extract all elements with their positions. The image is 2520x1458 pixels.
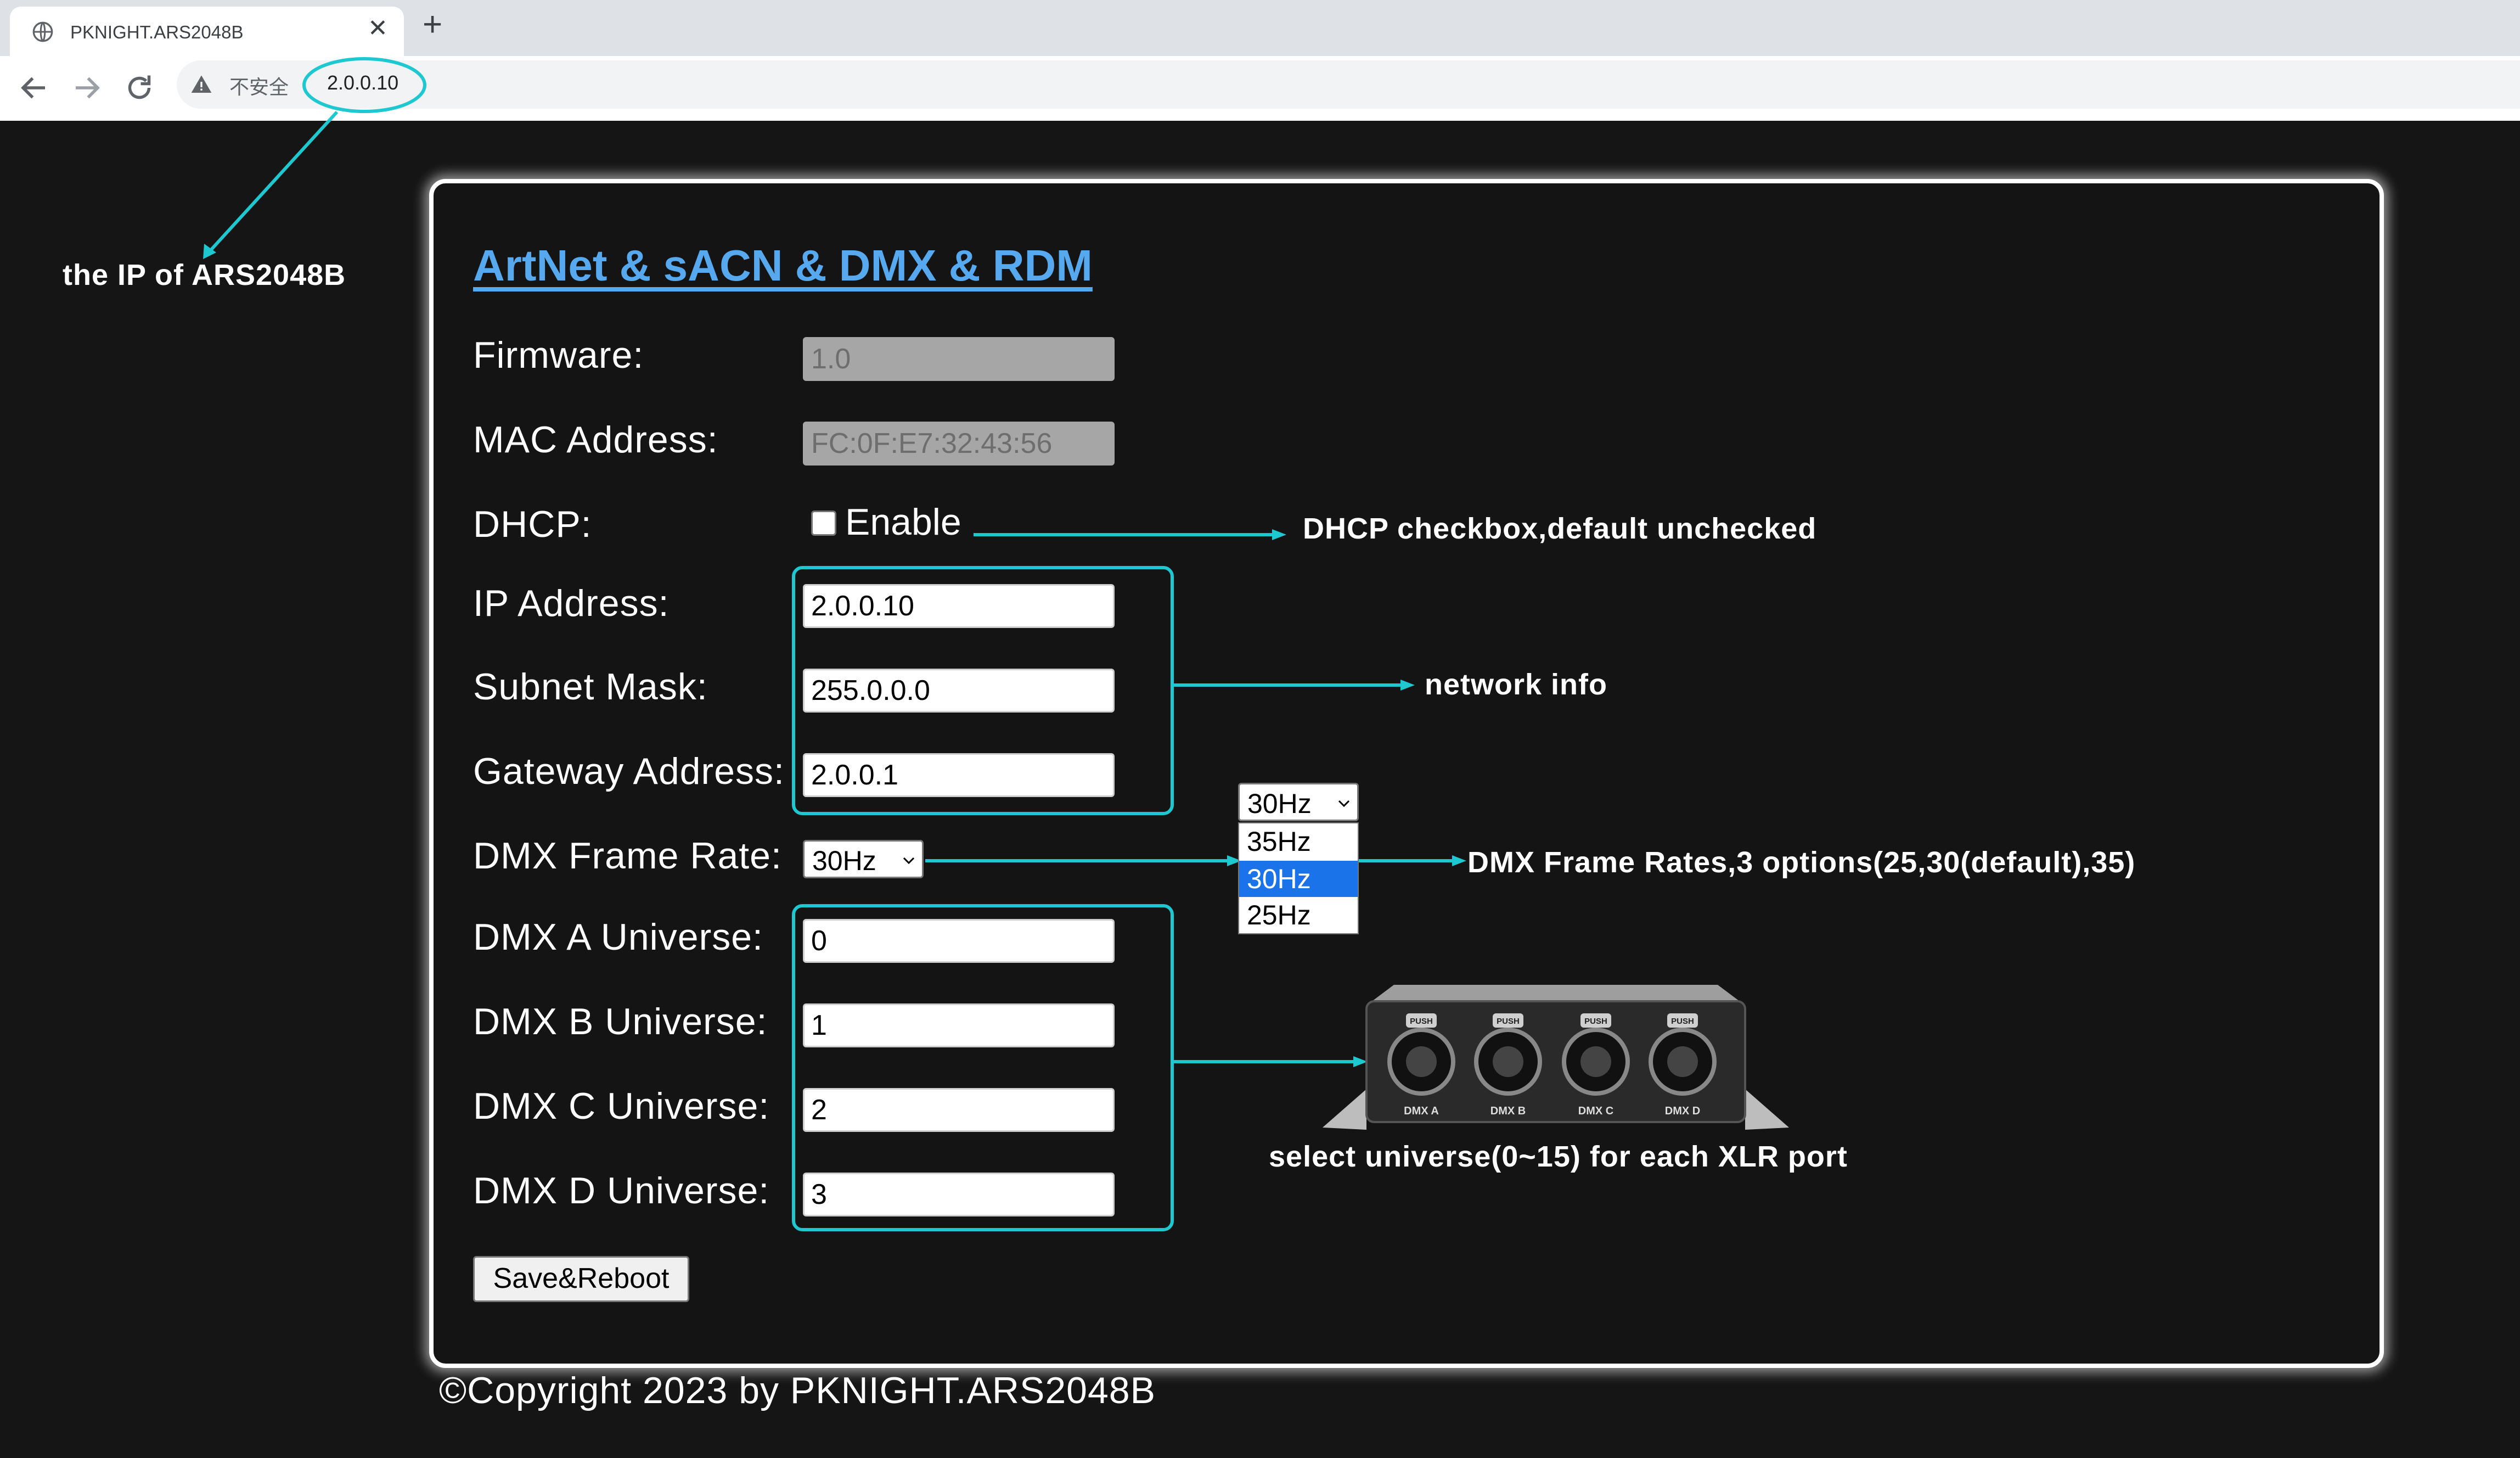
frame-rate-label: DMX Frame Rate: [473, 835, 782, 877]
subnet-mask-label: Subnet Mask: [473, 666, 708, 708]
forward-arrow-icon[interactable] [70, 71, 103, 104]
frame-rate-options-list: 35Hz 30Hz 25Hz [1238, 822, 1359, 934]
dhcp-label: DHCP: [473, 503, 592, 545]
frame-rate-expanded-value: 30Hz [1247, 788, 1312, 819]
universe-c-field[interactable] [803, 1088, 1115, 1132]
warning-icon[interactable] [190, 74, 213, 96]
chevron-down-icon [903, 857, 915, 865]
tab-title: PKNIGHT.ARS2048B [70, 22, 244, 42]
close-tab-icon[interactable]: ✕ [368, 16, 388, 41]
universe-b-field[interactable] [803, 1003, 1115, 1047]
tab-strip: PKNIGHT.ARS2048B ✕ + [0, 0, 2520, 56]
universe-d-field[interactable] [803, 1173, 1115, 1216]
new-tab-icon[interactable]: + [423, 8, 442, 42]
gateway-address-field[interactable] [803, 753, 1115, 797]
page-title[interactable]: ArtNet & sACN & DMX & RDM [473, 240, 1093, 291]
ars2048b-device-image: PUSH PUSH PUSH PUSH DMX A DMX B DMX C DM… [1323, 985, 1789, 1130]
dhcp-annotation: DHCP checkbox,default unchecked [1303, 512, 1817, 545]
subnet-mask-field[interactable] [803, 669, 1115, 713]
universe-d-label: DMX D Universe: [473, 1170, 770, 1212]
universe-b-label: DMX B Universe: [473, 1001, 768, 1042]
gateway-address-label: Gateway Address: [473, 750, 785, 792]
port-label-b: DMX B [1490, 1105, 1526, 1117]
frame-rate-option-30hz[interactable]: 30Hz [1239, 861, 1358, 897]
frame-rate-annotation: DMX Frame Rates,3 options(25,30(default)… [1467, 846, 2136, 879]
frame-rate-option-35hz[interactable]: 35Hz [1239, 823, 1358, 860]
firmware-field [803, 337, 1115, 381]
universe-a-field[interactable] [803, 919, 1115, 963]
push-label-b: PUSH [1497, 1017, 1520, 1026]
not-secure-label[interactable]: 不安全 [229, 71, 289, 100]
save-reboot-button[interactable]: Save&Reboot [473, 1256, 689, 1302]
reload-icon[interactable] [123, 71, 156, 104]
push-label-d: PUSH [1671, 1017, 1694, 1026]
push-label-c: PUSH [1584, 1017, 1607, 1026]
frame-rate-option-25hz[interactable]: 25Hz [1239, 897, 1358, 933]
push-label-a: PUSH [1410, 1017, 1433, 1026]
firmware-label: Firmware: [473, 334, 644, 376]
browser-tab[interactable]: PKNIGHT.ARS2048B ✕ [10, 7, 404, 56]
back-arrow-icon[interactable] [18, 71, 50, 104]
universe-annotation: select universe(0~15) for each XLR port [1269, 1140, 1848, 1173]
mac-address-field [803, 422, 1115, 466]
address-bar[interactable]: 不安全 2.0.0.10 [177, 60, 2520, 109]
dhcp-checkbox[interactable] [811, 511, 836, 536]
universe-a-label: DMX A Universe: [473, 916, 763, 958]
port-label-c: DMX C [1578, 1105, 1613, 1117]
universe-c-label: DMX C Universe: [473, 1085, 770, 1127]
chevron-down-icon [1338, 800, 1350, 807]
globe-icon [32, 21, 53, 42]
network-annotation: network info [1425, 668, 1607, 701]
ip-address-label: IP Address: [473, 582, 670, 624]
frame-rate-select[interactable]: 30Hz [803, 840, 924, 878]
url-text[interactable]: 2.0.0.10 [327, 71, 398, 94]
mac-address-label: MAC Address: [473, 419, 718, 461]
port-label-a: DMX A [1404, 1105, 1439, 1117]
frame-rate-select-expanded[interactable]: 30Hz [1238, 783, 1359, 821]
ip-address-field[interactable] [803, 584, 1115, 628]
ip-annotation: the IP of ARS2048B [63, 259, 346, 291]
dhcp-checkbox-label[interactable]: Enable [845, 501, 961, 543]
port-label-d: DMX D [1665, 1105, 1700, 1117]
frame-rate-value: 30Hz [812, 845, 876, 876]
copyright-text: ©Copyright 2023 by PKNIGHT.ARS2048B [439, 1370, 1156, 1411]
